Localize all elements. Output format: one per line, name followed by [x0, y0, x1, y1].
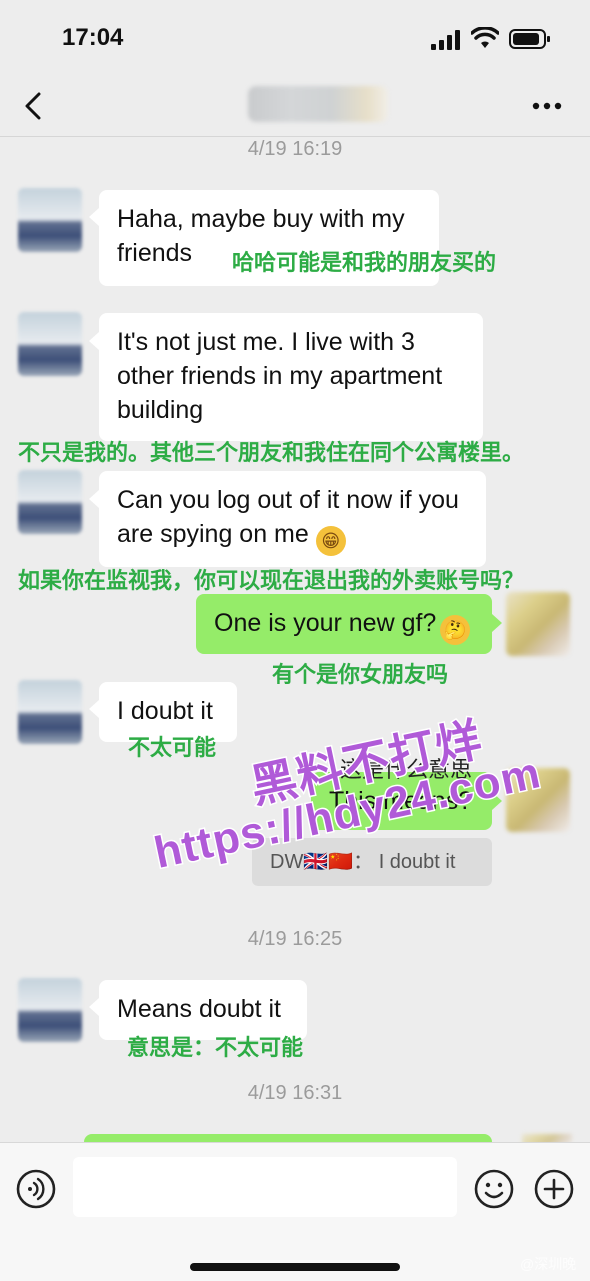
avatar-self[interactable] [506, 592, 570, 656]
chevron-left-icon[interactable] [24, 92, 42, 120]
avatar[interactable] [18, 680, 82, 744]
status-time: 17:04 [62, 24, 124, 51]
message-bubble[interactable]: It's not just me. I live with 3 other fr… [99, 313, 483, 441]
quote-text: I doubt it [378, 851, 456, 873]
grin-emoji-icon: 😁 [315, 526, 346, 556]
emoji-icon[interactable] [474, 1169, 514, 1209]
thinking-emoji-icon: 🤔 [440, 615, 471, 645]
timestamp: 4/19 16:25 [247, 928, 343, 950]
quote-author: DW🇬🇧🇨🇳： [270, 851, 374, 873]
status-bar: 17:04 [0, 0, 590, 80]
battery-icon [509, 29, 550, 49]
input-bar [0, 1142, 590, 1281]
avatar[interactable] [18, 312, 82, 376]
message-bubble-sent[interactable]: One is your new gf? 🤔 [196, 594, 492, 654]
more-dots-icon[interactable] [532, 102, 562, 110]
voice-icon[interactable] [16, 1169, 56, 1209]
avatar[interactable] [18, 978, 82, 1042]
translation-text: 如果你在监视我，你可以现在退出我的外卖账号吗？ [18, 568, 525, 593]
chat-title-blurred [248, 86, 388, 122]
signal-icon [431, 30, 460, 50]
wifi-icon [471, 27, 499, 48]
avatar[interactable] [18, 470, 82, 534]
avatar[interactable] [18, 188, 82, 252]
translation-text: 哈哈可能是和我的朋友买的 [232, 250, 497, 275]
translation-text: 不太可能 [128, 735, 217, 760]
home-indicator [190, 1263, 400, 1271]
message-bubble[interactable]: Can you log out of it now if you are spy… [99, 471, 486, 567]
chat-header [0, 80, 590, 137]
credit-watermark: @深圳晚 [520, 1256, 577, 1272]
plus-icon[interactable] [534, 1169, 574, 1209]
message-input[interactable] [73, 1157, 457, 1217]
translation-text: 意思是：不太可能 [127, 1035, 304, 1060]
translation-text: 有个是你女朋友吗 [272, 662, 449, 687]
translation-text: 不只是我的。其他三个朋友和我住在同个公寓楼里。 [18, 440, 525, 465]
timestamp: 4/19 16:31 [247, 1082, 343, 1104]
timestamp: 4/19 16:19 [247, 138, 343, 160]
